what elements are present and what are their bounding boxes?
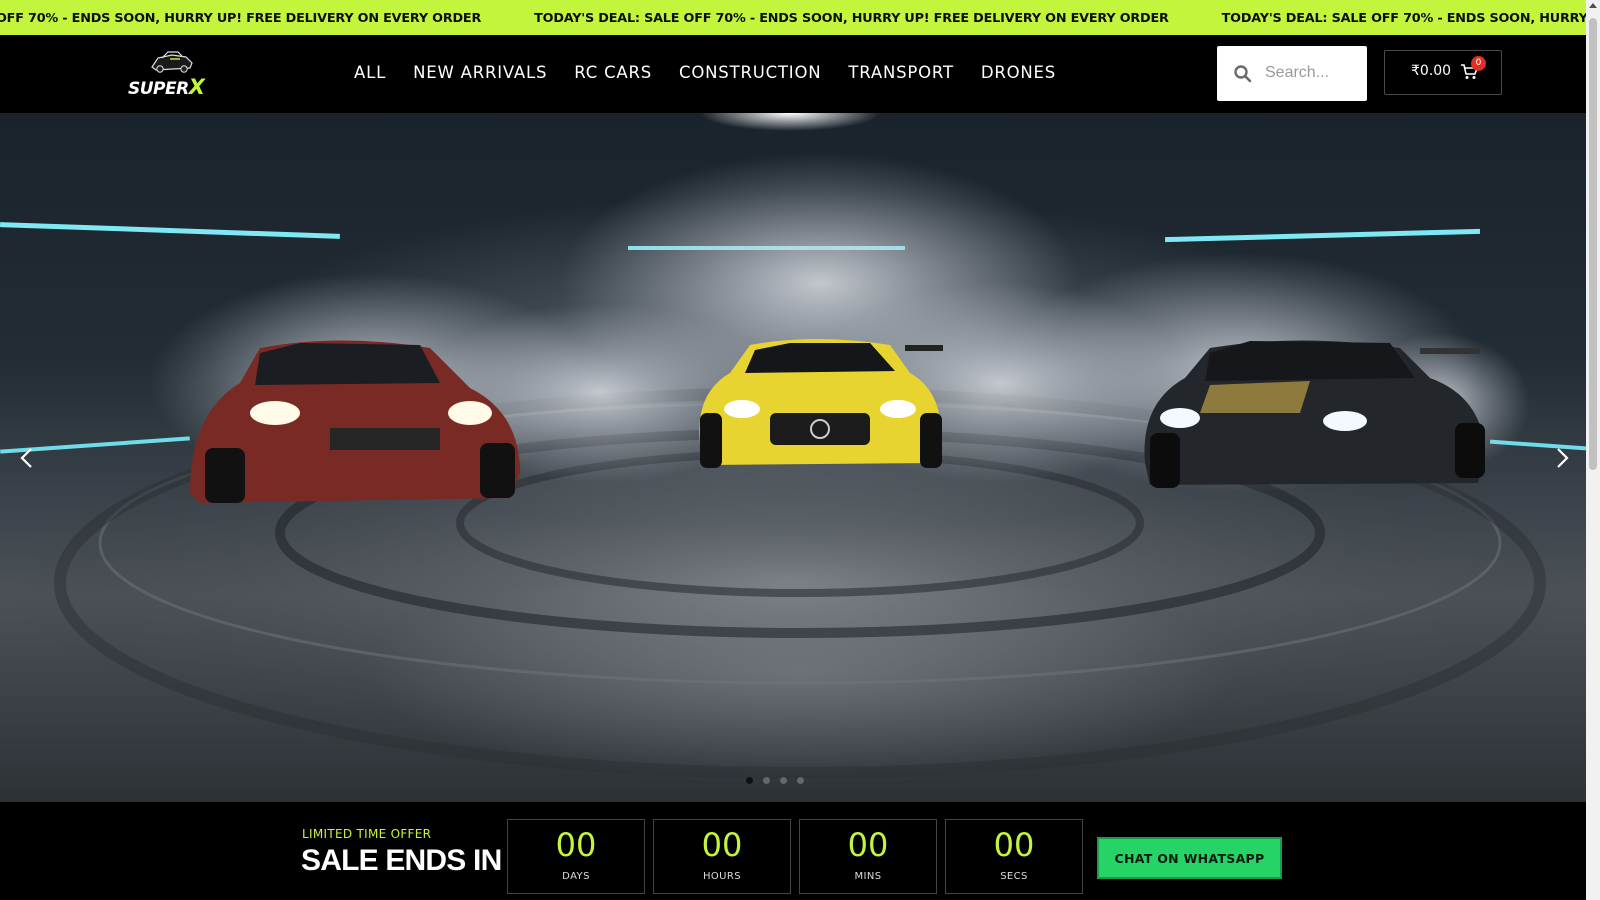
timer-label: SECS — [1000, 871, 1028, 882]
chevron-right-icon[interactable] — [1547, 443, 1577, 473]
cart-count-badge: 0 — [1471, 56, 1486, 71]
nav-item-construction[interactable]: CONSTRUCTION — [679, 63, 821, 82]
search-input[interactable] — [1265, 58, 1360, 88]
promo-ticker: OFF 70% - ENDS SOON, HURRY UP! FREE DELI… — [0, 0, 1586, 35]
ticker-track: OFF 70% - ENDS SOON, HURRY UP! FREE DELI… — [0, 9, 1586, 27]
timer-hours: 00 HOURS — [653, 819, 791, 894]
logo-accent: X — [188, 75, 205, 99]
offer-label: LIMITED TIME OFFER — [302, 827, 432, 841]
timer-label: HOURS — [702, 871, 741, 882]
chat-whatsapp-button[interactable]: CHAT ON WHATSAPP — [1097, 837, 1282, 879]
slider-dot[interactable] — [797, 777, 804, 784]
timer-value: 00 — [847, 826, 889, 864]
scrollbar-thumb[interactable] — [1589, 18, 1597, 470]
slider-dot[interactable] — [746, 777, 753, 784]
ticker-item: TODAY'S DEAL: SALE OFF 70% - ENDS SOON, … — [1221, 11, 1586, 26]
ticker-item: TODAY'S DEAL: SALE OFF 70% - ENDS SOON, … — [534, 11, 1169, 26]
slider-dots — [746, 777, 804, 784]
scroll-up-arrow-icon[interactable] — [1589, 3, 1597, 8]
timer-label: DAYS — [562, 871, 590, 882]
search-box — [1217, 46, 1367, 101]
timer-label: MINS — [854, 871, 882, 882]
cart-total: ₹0.00 — [1411, 63, 1452, 79]
timer-mins: 00 MINS — [799, 819, 937, 894]
chevron-left-icon[interactable] — [12, 443, 42, 473]
ticker-item: OFF 70% - ENDS SOON, HURRY UP! FREE DELI… — [0, 11, 482, 26]
nav-item-all[interactable]: ALL — [354, 63, 386, 82]
nav-item-transport[interactable]: TRANSPORT — [848, 63, 953, 82]
nav-item-drones[interactable]: DRONES — [981, 63, 1056, 82]
sale-title: SALE ENDS IN — [301, 844, 502, 877]
logo-wordmark: SUPERX — [128, 75, 205, 99]
timer-days: 00 DAYS — [507, 819, 645, 894]
nav-item-rc-cars[interactable]: RC CARS — [574, 63, 652, 82]
site-header: SUPERX ALL NEW ARRIVALS RC CARS CONSTRUC… — [0, 35, 1586, 113]
cart-button[interactable]: ₹0.00 0 — [1384, 50, 1502, 95]
logo[interactable]: SUPERX — [126, 49, 216, 99]
search-icon[interactable] — [1233, 64, 1253, 84]
sale-countdown-bar: LIMITED TIME OFFER SALE ENDS IN 00 DAYS … — [0, 802, 1586, 900]
hero-drift-cars-image — [0, 113, 1586, 783]
timer-value: 00 — [993, 826, 1035, 864]
rc-car-logo-icon — [151, 51, 193, 73]
slider-dot[interactable] — [780, 777, 787, 784]
timer-value: 00 — [555, 826, 597, 864]
page-scrollbar[interactable] — [1586, 0, 1600, 900]
timer-value: 00 — [701, 826, 743, 864]
slider-dot[interactable] — [763, 777, 770, 784]
hero-slider[interactable] — [0, 113, 1586, 802]
main-nav: ALL NEW ARRIVALS RC CARS CONSTRUCTION TR… — [354, 63, 1056, 82]
timer-secs: 00 SECS — [945, 819, 1083, 894]
logo-text: SUPER — [128, 79, 189, 99]
nav-item-new-arrivals[interactable]: NEW ARRIVALS — [413, 63, 547, 82]
